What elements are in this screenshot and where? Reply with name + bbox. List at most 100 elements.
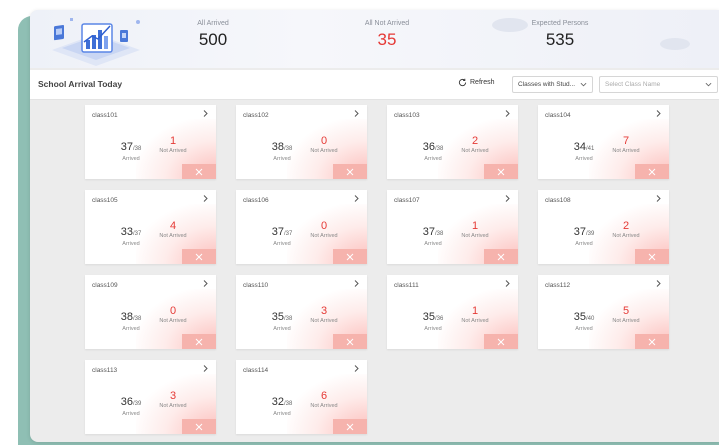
- decorative-blob: [660, 38, 690, 50]
- dismiss-button[interactable]: [333, 249, 367, 264]
- not-arrived-label: Not Arrived: [310, 233, 338, 239]
- class-card[interactable]: class102 38/38 Arrived 0 Not Arrived: [236, 105, 367, 179]
- arrived-value: 35: [573, 311, 586, 323]
- refresh-icon: [458, 78, 467, 87]
- class-filter-value: Classes with Stud...: [518, 81, 576, 88]
- class-card[interactable]: class101 37/38 Arrived 1 Not Arrived: [85, 105, 216, 179]
- not-arrived-count: 2 Not Arrived: [606, 220, 646, 239]
- chevron-right-icon[interactable]: [504, 194, 511, 203]
- refresh-button[interactable]: Refresh: [458, 78, 495, 87]
- dismiss-button[interactable]: [333, 164, 367, 179]
- chevron-right-icon[interactable]: [504, 279, 511, 288]
- dismiss-button[interactable]: [182, 419, 216, 434]
- class-card[interactable]: class104 34/41 Arrived 7 Not Arrived: [538, 105, 669, 179]
- not-arrived-label: Not Arrived: [310, 318, 338, 324]
- total-value: /41: [585, 146, 595, 152]
- class-name: class104: [545, 112, 571, 119]
- total-value: /38: [434, 231, 444, 237]
- dismiss-button[interactable]: [635, 249, 669, 264]
- class-card[interactable]: class105 33/37 Arrived 4 Not Arrived: [85, 190, 216, 264]
- not-arrived-value: 2: [471, 135, 479, 147]
- dismiss-button[interactable]: [333, 334, 367, 349]
- total-value: /38: [283, 316, 293, 322]
- arrived-count: 37/39 Arrived: [566, 222, 602, 247]
- dismiss-button[interactable]: [182, 249, 216, 264]
- arrived-value: 36: [120, 396, 133, 408]
- chevron-right-icon[interactable]: [504, 109, 511, 118]
- class-name: class109: [92, 282, 118, 289]
- dismiss-button[interactable]: [182, 334, 216, 349]
- arrived-label: Arrived: [273, 411, 291, 417]
- total-value: /38: [283, 401, 293, 407]
- stat-all-not-arrived: All Not Arrived 35: [327, 20, 447, 50]
- arrived-value: 37: [120, 141, 133, 153]
- dismiss-button[interactable]: [182, 164, 216, 179]
- dismiss-button[interactable]: [635, 334, 669, 349]
- chevron-right-icon[interactable]: [655, 109, 662, 118]
- arrived-label: Arrived: [575, 241, 593, 247]
- chevron-right-icon[interactable]: [353, 109, 360, 118]
- chevron-right-icon[interactable]: [353, 279, 360, 288]
- chevron-right-icon[interactable]: [202, 194, 209, 203]
- class-card[interactable]: class113 36/39 Arrived 3 Not Arrived: [85, 360, 216, 434]
- arrived-label: Arrived: [424, 241, 442, 247]
- not-arrived-label: Not Arrived: [310, 403, 338, 409]
- not-arrived-value: 7: [622, 135, 630, 147]
- class-card[interactable]: class103 36/38 Arrived 2 Not Arrived: [387, 105, 518, 179]
- arrived-count: 38/38 Arrived: [113, 307, 149, 332]
- arrived-count: 38/38 Arrived: [264, 137, 300, 162]
- close-icon: [648, 253, 656, 260]
- class-card[interactable]: class112 35/40 Arrived 5 Not Arrived: [538, 275, 669, 349]
- close-icon: [346, 168, 354, 175]
- not-arrived-label: Not Arrived: [461, 318, 489, 324]
- class-card[interactable]: class109 38/38 Arrived 0 Not Arrived: [85, 275, 216, 349]
- not-arrived-value: 6: [320, 390, 328, 402]
- stat-value: 535: [545, 30, 575, 49]
- chevron-right-icon[interactable]: [655, 279, 662, 288]
- total-value: /38: [132, 146, 142, 152]
- dashboard-illustration-icon: [52, 18, 140, 66]
- arrived-value: 37: [271, 226, 284, 238]
- arrived-label: Arrived: [575, 156, 593, 162]
- refresh-label: Refresh: [470, 79, 495, 86]
- not-arrived-label: Not Arrived: [461, 148, 489, 154]
- arrived-value: 37: [573, 226, 586, 238]
- class-name: class114: [243, 367, 269, 374]
- arrived-count: 35/36 Arrived: [415, 307, 451, 332]
- arrived-label: Arrived: [122, 241, 140, 247]
- chevron-right-icon[interactable]: [202, 279, 209, 288]
- class-card[interactable]: class114 32/38 Arrived 6 Not Arrived: [236, 360, 367, 434]
- class-card[interactable]: class107 37/38 Arrived 1 Not Arrived: [387, 190, 518, 264]
- dismiss-button[interactable]: [333, 419, 367, 434]
- class-name-select[interactable]: Select Class Name: [599, 76, 718, 93]
- arrived-label: Arrived: [424, 326, 442, 332]
- arrived-label: Arrived: [122, 326, 140, 332]
- class-filter-select[interactable]: Classes with Stud...: [512, 76, 593, 93]
- arrived-label: Arrived: [424, 156, 442, 162]
- chevron-right-icon[interactable]: [655, 194, 662, 203]
- total-value: /39: [132, 401, 142, 407]
- dismiss-button[interactable]: [635, 164, 669, 179]
- chevron-right-icon[interactable]: [202, 364, 209, 373]
- arrived-label: Arrived: [273, 326, 291, 332]
- class-card[interactable]: class111 35/36 Arrived 1 Not Arrived: [387, 275, 518, 349]
- not-arrived-value: 1: [471, 305, 479, 317]
- chevron-right-icon[interactable]: [353, 364, 360, 373]
- total-value: /38: [434, 146, 444, 152]
- class-name: class107: [394, 197, 420, 204]
- dismiss-button[interactable]: [484, 164, 518, 179]
- not-arrived-count: 0 Not Arrived: [304, 220, 344, 239]
- arrived-count: 35/38 Arrived: [264, 307, 300, 332]
- chevron-right-icon[interactable]: [353, 194, 360, 203]
- arrived-count: 37/38 Arrived: [415, 222, 451, 247]
- dismiss-button[interactable]: [484, 249, 518, 264]
- close-icon: [346, 423, 354, 430]
- chevron-right-icon[interactable]: [202, 109, 209, 118]
- class-card[interactable]: class110 35/38 Arrived 3 Not Arrived: [236, 275, 367, 349]
- class-card[interactable]: class106 37/37 Arrived 0 Not Arrived: [236, 190, 367, 264]
- not-arrived-count: 3 Not Arrived: [153, 390, 193, 409]
- not-arrived-value: 1: [471, 220, 479, 232]
- class-card[interactable]: class108 37/39 Arrived 2 Not Arrived: [538, 190, 669, 264]
- not-arrived-count: 1 Not Arrived: [455, 220, 495, 239]
- dismiss-button[interactable]: [484, 334, 518, 349]
